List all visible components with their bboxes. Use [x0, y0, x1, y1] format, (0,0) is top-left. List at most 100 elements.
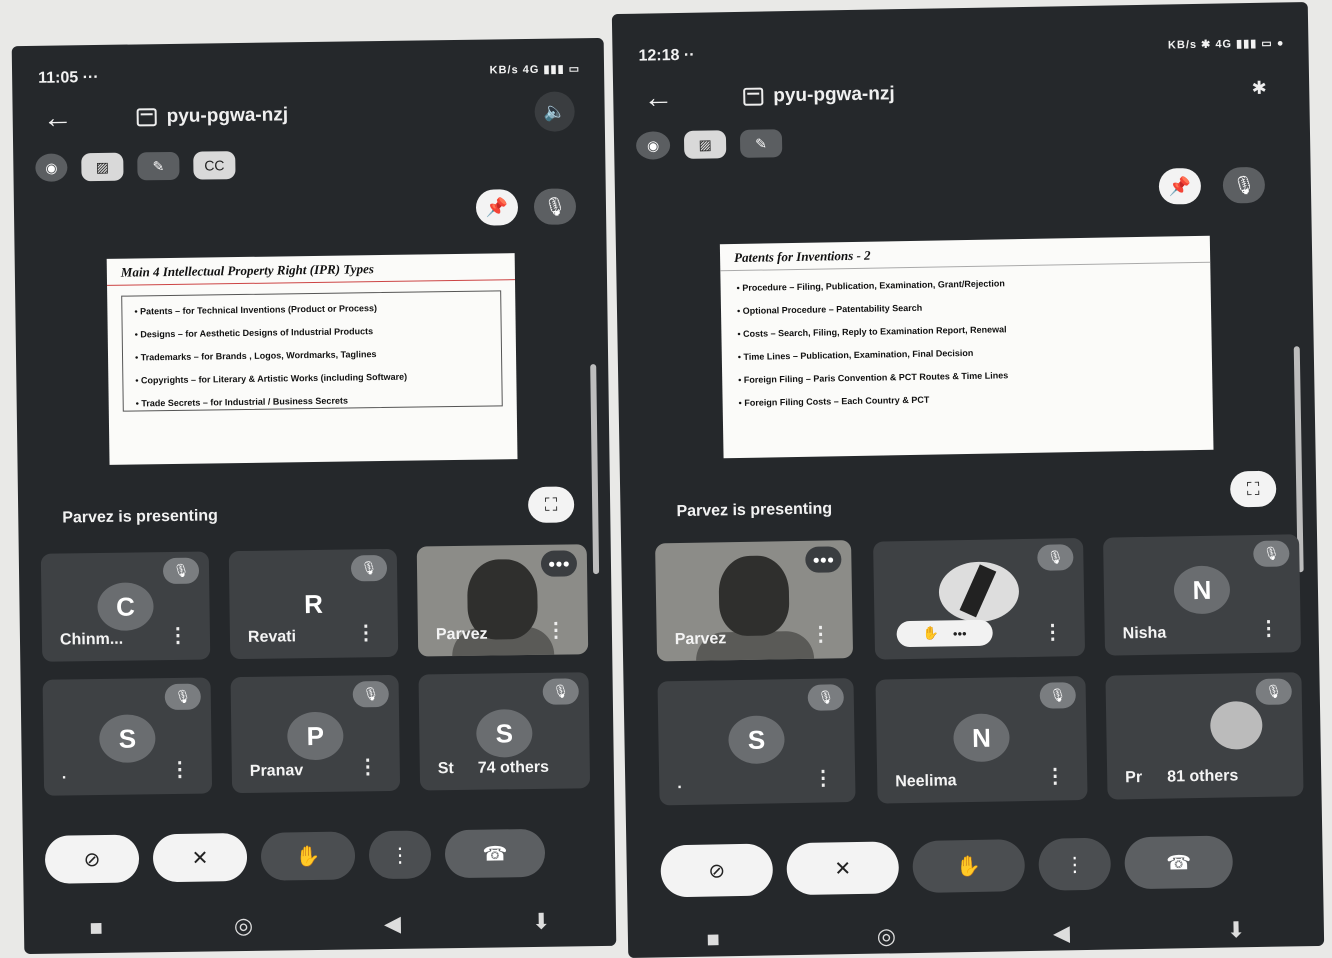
record-icon[interactable]: ◉ — [635, 131, 671, 160]
others-count: 81 others — [1167, 767, 1239, 786]
participant-tile[interactable]: 🎙 P Pranav ⋮ — [230, 674, 401, 794]
presenting-label: Parvez is presenting — [676, 500, 833, 521]
presenter-mute-icon[interactable]: 🎙 — [533, 188, 577, 225]
meeting-title[interactable]: pyu-pgwa-nzj — [136, 104, 289, 128]
end-call-icon[interactable]: ☎ — [1124, 835, 1234, 890]
back-arrow-icon[interactable]: ← — [42, 101, 82, 136]
participant-name: Pr — [1125, 769, 1143, 787]
nav-back-icon[interactable]: ◀ — [384, 911, 401, 937]
avatar: S — [728, 715, 785, 765]
call-controls: ⊘ ✕ ✋ ⋮ ☎ — [44, 828, 594, 884]
more-options-icon[interactable]: ⋮ — [813, 765, 833, 790]
others-tile[interactable]: 🎙 Pr 81 others — [1105, 672, 1304, 800]
calendar-icon — [743, 87, 764, 106]
participant-tile[interactable]: 🎙 R Revati ⋮ — [228, 548, 399, 660]
more-options-icon[interactable]: ⋮ — [1258, 616, 1278, 641]
more-options-icon[interactable]: ⋮ — [1042, 619, 1062, 644]
feature-chips: ◉ ▨ ✎ CC — [35, 151, 236, 182]
avatar: R — [303, 588, 324, 619]
download-icon[interactable]: ⬇ — [1227, 917, 1246, 943]
captions-icon[interactable]: CC — [193, 151, 236, 180]
muted-icon: 🎙 — [164, 683, 201, 711]
speaker-icon[interactable]: 🔈 — [534, 91, 575, 132]
more-options-icon[interactable]: ⋮ — [168, 623, 188, 648]
participant-tile-video[interactable]: ●●● Parvez ⋮ — [655, 540, 854, 662]
more-options-icon[interactable]: ⋮ — [368, 830, 432, 880]
slide-bullet: • Optional Procedure – Patentability Sea… — [736, 302, 923, 317]
recents-icon[interactable]: ■ — [706, 926, 720, 952]
fullscreen-icon[interactable]: ⛶ — [527, 486, 575, 524]
pin-icon[interactable]: 📌 — [475, 189, 519, 226]
effects-icon[interactable]: ✎ — [739, 129, 783, 158]
status-dots: ·· — [683, 46, 695, 64]
phone-screen-right: 12:18 ·· KB/s ✱ 4G ▮▮▮ ▭ ● ← pyu-pgwa-nz… — [611, 1, 1325, 958]
presentation-slide: Main 4 Intellectual Property Right (IPR)… — [106, 253, 518, 465]
bluetooth-icon: ✱ — [1251, 77, 1267, 98]
more-options-icon[interactable]: ⋮ — [810, 621, 830, 646]
slide-bullet: • Time Lines – Publication, Examination,… — [737, 347, 974, 362]
more-options-icon[interactable]: ⋮ — [358, 754, 378, 779]
calendar-icon — [136, 108, 157, 127]
participant-tile[interactable]: 🎙 N Neelima ⋮ — [875, 675, 1088, 804]
fullscreen-icon[interactable]: ⛶ — [1229, 470, 1277, 508]
raise-hand-icon[interactable]: ✋ — [912, 839, 1026, 894]
participant-tile[interactable]: 🎙 S . ⋮ — [42, 677, 213, 796]
muted-icon: 🎙 — [352, 680, 389, 708]
download-icon[interactable]: ⬇ — [532, 909, 551, 935]
record-icon[interactable]: ◉ — [35, 153, 68, 182]
presenter-mute-icon[interactable]: 🎙 — [1222, 166, 1266, 204]
status-bar: 12:18 ·· KB/s ✱ 4G ▮▮▮ ▭ ● — [638, 36, 1284, 65]
end-call-icon[interactable]: ☎ — [444, 828, 546, 879]
home-icon[interactable]: ◎ — [877, 923, 897, 949]
slide-bullet: • Copyrights – for Literary & Artistic W… — [135, 371, 408, 386]
slide-title: Patents for Inventions - 2 — [719, 235, 1211, 272]
more-options-icon[interactable]: ⋮ — [356, 620, 376, 645]
status-icons: KB/s ✱ 4G ▮▮▮ ▭ ● — [1167, 37, 1285, 52]
meeting-title[interactable]: pyu-pgwa-nzj — [743, 83, 895, 108]
avatar: S — [99, 714, 156, 764]
more-options-icon[interactable]: ⋮ — [170, 757, 190, 782]
meeting-code: pyu-pgwa-nzj — [773, 83, 895, 107]
reaction-pill[interactable]: ✋ ••• — [896, 619, 993, 648]
slide-bullet: • Trade Secrets – for Industrial / Busin… — [135, 395, 348, 409]
status-icons: KB/s 4G ▮▮▮ ▭ — [489, 63, 581, 77]
more-options-icon[interactable]: ⋮ — [1038, 837, 1112, 891]
slide-bullet: • Costs – Search, Filing, Reply to Exami… — [737, 324, 1007, 340]
raise-hand-icon[interactable]: ✋ — [260, 831, 356, 881]
camera-off-chip-icon[interactable]: ▨ — [81, 152, 124, 182]
participant-name: Revati — [247, 628, 297, 646]
mic-off-icon[interactable]: ✕ — [786, 841, 900, 896]
status-time: 12:18 — [638, 46, 680, 65]
nav-back-icon[interactable]: ◀ — [1053, 920, 1070, 946]
participant-tile[interactable]: 🎙 S . ⋮ — [657, 678, 856, 806]
participant-name: Parvez — [674, 630, 727, 649]
slide-bullets: • Patents – for Technical Inventions (Pr… — [134, 302, 489, 409]
muted-icon: 🎙 — [1255, 678, 1292, 706]
others-tile[interactable]: 🎙 S St 74 others — [418, 672, 591, 791]
pin-icon[interactable]: 📌 — [1158, 167, 1202, 205]
participant-tile[interactable]: 🎙 N Nisha ⋮ — [1103, 534, 1302, 656]
scrollbar[interactable] — [590, 364, 600, 575]
participant-name: Pranav — [249, 762, 304, 780]
more-options-icon[interactable]: ⋮ — [546, 617, 566, 642]
slide-bullet: • Trademarks – for Brands , Logos, Wordm… — [134, 349, 377, 363]
effects-icon[interactable]: ✎ — [137, 151, 180, 181]
avatar: S — [476, 708, 533, 758]
feature-chips: ◉ ▨ ✎ — [635, 129, 783, 160]
camera-off-icon[interactable]: ⊘ — [660, 843, 774, 898]
avatar: C — [97, 582, 154, 632]
home-icon[interactable]: ◎ — [234, 913, 254, 939]
camera-off-chip-icon[interactable]: ▨ — [683, 130, 727, 159]
mic-off-icon[interactable]: ✕ — [152, 832, 248, 883]
participant-tile-video[interactable]: ●●● Parvez ⋮ — [416, 544, 589, 657]
back-arrow-icon[interactable]: ← — [643, 81, 684, 116]
more-options-icon[interactable]: ⋮ — [1045, 763, 1065, 788]
profile-photo — [1209, 700, 1263, 750]
camera-off-icon[interactable]: ⊘ — [44, 834, 140, 884]
recents-icon[interactable]: ■ — [89, 915, 103, 941]
muted-icon: 🎙 — [807, 684, 844, 711]
participant-tile[interactable]: 🎙 C Chinm... ⋮ — [40, 551, 211, 662]
presenting-label: Parvez is presenting — [62, 507, 219, 527]
participant-tile[interactable]: 🎙 ✋ ••• ⋮ — [873, 538, 1086, 660]
presentation-slide: Patents for Inventions - 2 • Procedure –… — [719, 235, 1214, 459]
